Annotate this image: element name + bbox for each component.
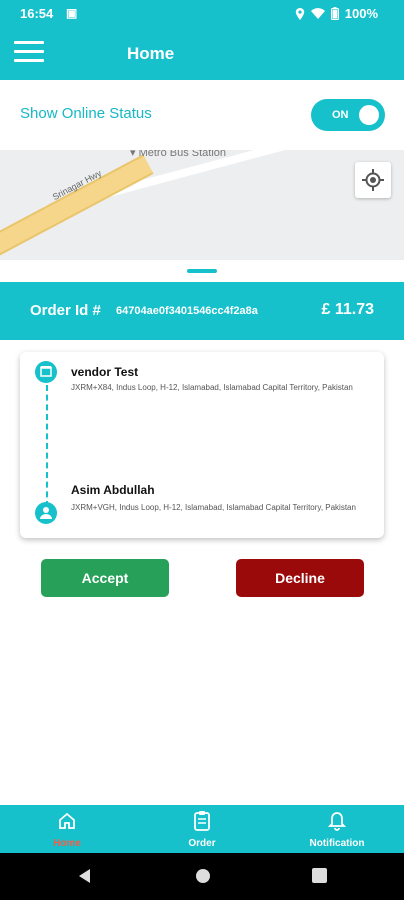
- menu-icon[interactable]: [14, 41, 44, 65]
- wifi-icon: [310, 8, 325, 19]
- status-bar: 16:54 ▣ 100%: [0, 0, 404, 26]
- order-price: £ 11.73: [321, 301, 375, 318]
- home-icon: [59, 812, 75, 829]
- order-header: Order Id # 64704ae0f3401546cc4f2a8a £ 11…: [0, 282, 404, 340]
- toggle-text: ON: [332, 109, 349, 121]
- online-status-toggle[interactable]: ON: [311, 99, 385, 131]
- order-id-value: 64704ae0f3401546cc4f2a8a: [116, 305, 258, 317]
- nav-notification-label: Notification: [309, 838, 365, 849]
- station-text: Metro Bus Station: [138, 150, 227, 159]
- bell-icon: [328, 812, 346, 831]
- pickup-name: vendor Test: [71, 365, 139, 379]
- location-icon: [295, 7, 304, 20]
- status-right: 100%: [295, 6, 378, 21]
- map-station-label: ▾ Metro Bus Station: [130, 150, 226, 159]
- mail-icon: ▣: [66, 6, 78, 20]
- nav-home[interactable]: Home: [0, 805, 134, 853]
- bottom-sheet: [0, 260, 404, 282]
- route-card: vendor Test JXRM+X84, Indus Loop, H-12, …: [20, 352, 384, 538]
- battery-percent: 100%: [344, 6, 378, 21]
- home-circle-icon[interactable]: [195, 868, 211, 884]
- sheet-handle[interactable]: [187, 269, 217, 273]
- clipboard-icon: [194, 811, 210, 831]
- decline-button[interactable]: Decline: [236, 559, 364, 597]
- system-nav-bar: [0, 853, 404, 900]
- map-highway: [0, 154, 154, 260]
- dropoff-name: Asim Abdullah: [71, 483, 155, 497]
- recents-icon[interactable]: [312, 868, 327, 883]
- nav-order-label: Order: [188, 838, 216, 849]
- nav-home-label: Home: [53, 838, 81, 849]
- order-id-label: Order Id #: [30, 302, 101, 319]
- my-location-button[interactable]: [355, 162, 391, 198]
- dropoff-address: JXRM+VGH, Indus Loop, H-12, Islamabad, I…: [71, 503, 356, 512]
- back-icon[interactable]: [77, 868, 93, 884]
- pickup-address: JXRM+X84, Indus Loop, H-12, Islamabad, I…: [71, 383, 353, 392]
- app-bar: Home: [0, 26, 404, 80]
- accept-button[interactable]: Accept: [41, 559, 169, 597]
- person-pin-icon: [35, 502, 57, 524]
- map-view[interactable]: Srinagar Hwy ▾ Metro Bus Station: [0, 150, 404, 260]
- online-status-label: Show Online Status: [20, 105, 152, 122]
- bottom-nav: Home Order Notification: [0, 805, 404, 853]
- page-title: Home: [127, 44, 175, 63]
- location-target-icon: [362, 169, 384, 191]
- nav-notification[interactable]: Notification: [270, 805, 404, 853]
- status-time: 16:54: [20, 6, 54, 21]
- store-pin-icon: [35, 361, 57, 383]
- nav-order[interactable]: Order: [135, 805, 269, 853]
- toggle-knob: [359, 105, 379, 125]
- route-line: [46, 385, 48, 507]
- battery-icon: [330, 7, 339, 20]
